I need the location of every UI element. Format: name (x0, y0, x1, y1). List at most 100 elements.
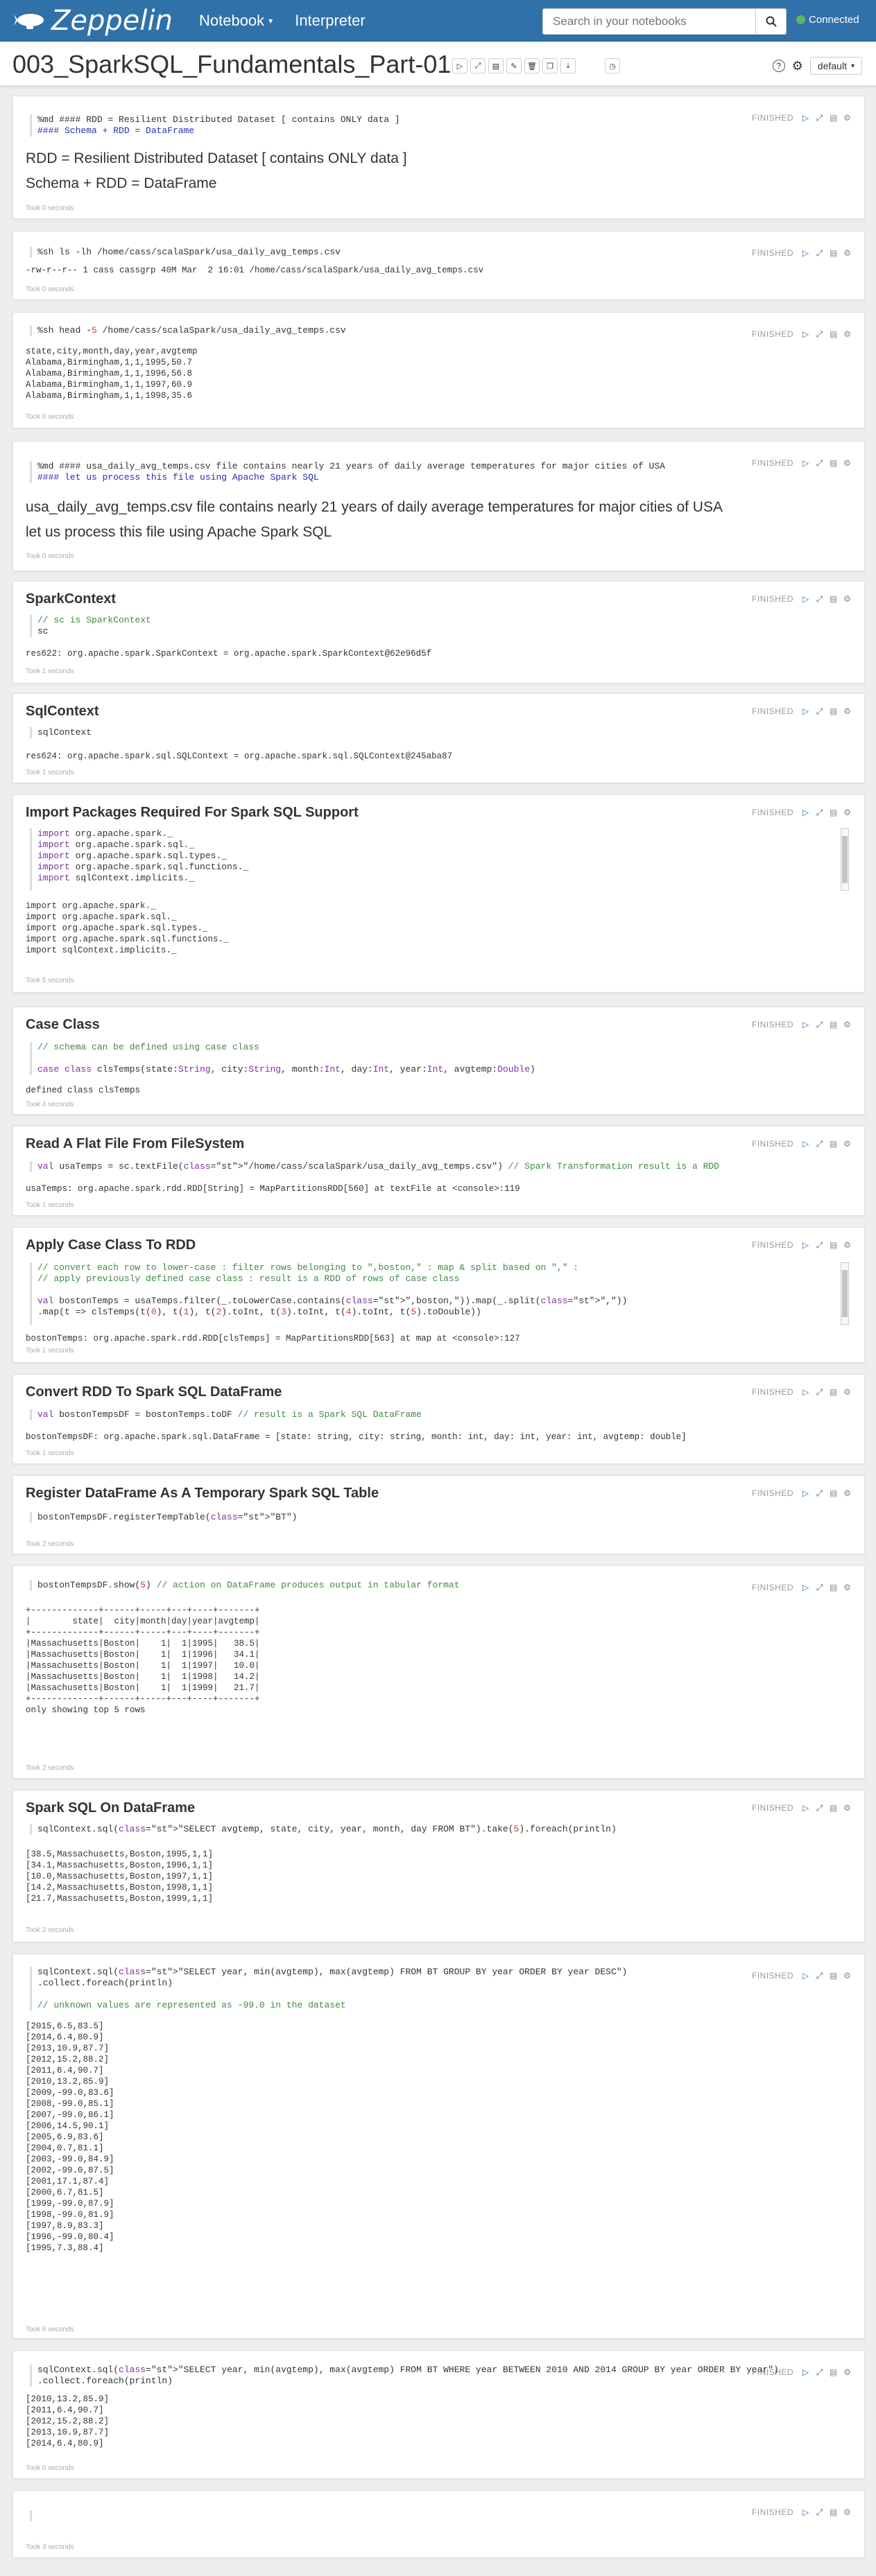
output-line: [2003,-99.0,84.9] (26, 2155, 114, 2164)
code-editor[interactable]: import org.apache.spark._ import org.apac… (30, 828, 836, 891)
paragraph-title[interactable]: Case Class (26, 1017, 100, 1033)
interpreter-link[interactable]: Interpreter (295, 12, 366, 30)
editor-scrollbar[interactable] (841, 1262, 849, 1325)
paragraph: FINISHED ▷ ⤢ ▤ ⚙ sqlContext.sql(class="st">"S… (12, 2350, 865, 2479)
markdown-heading: RDD = Resilient Distributed Dataset [ co… (26, 150, 407, 166)
execution-time: Took 1 seconds (26, 1347, 74, 1355)
code-editor[interactable] (30, 2510, 852, 2521)
notebook-title[interactable]: 003_SparkSQL_Fundamentals_Part-01 (12, 50, 451, 79)
settings-gear-icon[interactable]: ⚙ (843, 1139, 852, 1149)
toggle-editor-icon[interactable]: ⤢ (815, 594, 824, 604)
toggle-editor-icon[interactable]: ⤢ (815, 808, 824, 817)
run-paragraph-icon[interactable]: ▷ (801, 1020, 810, 1029)
toggle-editor-icon[interactable]: ⤢ (815, 1139, 824, 1149)
delete-notebook-button[interactable]: 🗑 (524, 58, 540, 73)
search-button[interactable] (755, 9, 786, 34)
toggle-output-icon[interactable]: ▤ (829, 1387, 838, 1397)
interpreter-binding-button[interactable]: default ▾ (809, 57, 862, 75)
code-editor[interactable]: // convert each row to lower-case : filt… (30, 1262, 836, 1325)
code-line: import sqlContext.implicits._ (37, 873, 195, 883)
output-line: |Massachusetts|Boston| 1| 1|1996| 34.1| (26, 1650, 260, 1660)
settings-gear-icon[interactable]: ⚙ (843, 1488, 852, 1498)
toggle-code-button[interactable]: ⤢ (470, 58, 486, 73)
output-line: [2002,-99.0,87.5] (26, 2166, 114, 2175)
settings-gear-icon[interactable]: ⚙ (843, 706, 852, 716)
toggle-output-icon[interactable]: ▤ (829, 1488, 838, 1498)
run-paragraph-icon[interactable]: ▷ (801, 594, 810, 604)
editor-scrollbar[interactable] (841, 828, 849, 891)
output-line: [1999,-99.0,87.9] (26, 2199, 114, 2209)
settings-gear-icon[interactable]: ⚙ (843, 1387, 852, 1397)
toggle-output-icon[interactable]: ▤ (829, 1020, 838, 1029)
clone-notebook-button[interactable]: ❐ (542, 58, 558, 73)
code-editor[interactable]: %md #### usa_daily_avg_temps.csv file co… (30, 461, 852, 483)
run-paragraph-icon[interactable]: ▷ (801, 1240, 810, 1250)
code-editor[interactable]: sqlContext.sql(class="st">"SELECT avgtem… (30, 1824, 852, 1835)
scrollbar-thumb[interactable] (842, 836, 848, 883)
run-all-button[interactable]: ▷ (452, 58, 467, 73)
code-editor[interactable]: bostonTempsDF.registerTempTable(class="s… (30, 1512, 852, 1523)
toggle-editor-icon[interactable]: ⤢ (815, 1020, 824, 1029)
toggle-output-icon[interactable]: ▤ (829, 594, 838, 604)
run-paragraph-icon[interactable]: ▷ (801, 1488, 810, 1498)
toggle-editor-icon[interactable]: ⤢ (815, 1803, 824, 1813)
toggle-output-icon[interactable]: ▤ (829, 808, 838, 817)
paragraph-title[interactable]: Spark SQL On DataFrame (26, 1800, 195, 1816)
paragraph-title[interactable]: SqlContext (26, 704, 99, 720)
toggle-editor-icon[interactable]: ⤢ (815, 1240, 824, 1250)
run-paragraph-icon[interactable]: ▷ (801, 706, 810, 716)
toggle-output-icon[interactable]: ▤ (829, 1240, 838, 1250)
run-paragraph-icon[interactable]: ▷ (801, 1139, 810, 1149)
code-editor[interactable]: sqlContext.sql(class="st">"SELECT year, … (30, 2365, 852, 2387)
code-editor[interactable]: %sh head -5 /home/cass/scalaSpark/usa_da… (30, 325, 852, 336)
toggle-editor-icon[interactable]: ⤢ (815, 706, 824, 716)
paragraph-title[interactable]: Apply Case Class To RDD (26, 1237, 196, 1253)
paragraph-title[interactable]: SparkContext (26, 591, 116, 607)
search-input[interactable] (543, 10, 757, 33)
scrollbar-thumb[interactable] (842, 1270, 848, 1317)
code-editor[interactable]: sqlContext.sql(class="st">"SELECT year, … (30, 1967, 852, 2011)
code-line: import org.apache.spark.sql.types._ (37, 851, 227, 861)
toggle-output-button[interactable]: ▤ (488, 58, 504, 73)
toggle-editor-icon[interactable]: ⤢ (815, 1488, 824, 1498)
run-paragraph-icon[interactable]: ▷ (801, 1803, 810, 1813)
paragraph-title[interactable]: Convert RDD To Spark SQL DataFrame (26, 1384, 282, 1400)
output-line: -rw-r--r-- 1 cass cassgrp 40M Mar 2 16:0… (26, 266, 484, 275)
code-editor[interactable]: // sc is SparkContext sc (30, 615, 852, 637)
code-editor[interactable]: // schema can be defined using case clas… (30, 1042, 852, 1075)
code-editor[interactable]: bostonTempsDF.show(5) // action on DataF… (30, 1580, 852, 1591)
markdown-output: RDD = Resilient Distributed Dataset [ co… (26, 146, 407, 196)
help-icon[interactable]: ? (772, 60, 785, 72)
run-paragraph-icon[interactable]: ▷ (801, 1387, 810, 1397)
toggle-output-icon[interactable]: ▤ (829, 1139, 838, 1149)
gear-icon[interactable]: ⚙ (792, 59, 803, 73)
notebook-menu[interactable]: Notebook ▾ (199, 12, 273, 30)
settings-gear-icon[interactable]: ⚙ (843, 1803, 852, 1813)
code-editor[interactable]: val usaTemps = sc.textFile(class="st">"/… (30, 1161, 852, 1172)
download-icon: ⤓ (566, 61, 570, 70)
paragraph-title[interactable]: Register DataFrame As A Temporary Spark … (26, 1486, 379, 1502)
schedule-button[interactable]: ◷ (605, 58, 620, 73)
paragraph-title[interactable]: Import Packages Required For Spark SQL S… (26, 805, 359, 821)
settings-gear-icon[interactable]: ⚙ (843, 1020, 852, 1029)
code-editor[interactable]: val bostonTempsDF = bostonTemps.toDF // … (30, 1409, 852, 1420)
code-editor[interactable]: %sh ls -lh /home/cass/scalaSpark/usa_dai… (30, 247, 852, 258)
settings-gear-icon[interactable]: ⚙ (843, 594, 852, 604)
zeppelin-logo[interactable]: Zeppelin (14, 5, 173, 37)
code-editor[interactable]: %md #### RDD = Resilient Distributed Dat… (30, 114, 852, 137)
toggle-editor-icon[interactable]: ⤢ (815, 1387, 824, 1397)
output-line: [2013,10.9,87.7] (26, 2428, 110, 2437)
output-line: [1997,8.9,83.3] (26, 2221, 104, 2231)
settings-gear-icon[interactable]: ⚙ (843, 808, 852, 817)
execution-time: Took 1 seconds (26, 769, 74, 776)
paragraph-title[interactable]: Read A Flat File From FileSystem (26, 1136, 244, 1152)
code-editor[interactable]: sqlContext (30, 727, 852, 738)
settings-gear-icon[interactable]: ⚙ (843, 1240, 852, 1250)
toggle-output-icon[interactable]: ▤ (829, 1803, 838, 1813)
toggle-output-icon[interactable]: ▤ (829, 706, 838, 716)
output-line: [10.0,Massachusetts,Boston,1997,1,1] (26, 1872, 214, 1881)
run-paragraph-icon[interactable]: ▷ (801, 808, 810, 817)
execution-time: Took 4 seconds (26, 1101, 74, 1108)
export-notebook-button[interactable]: ⤓ (560, 58, 576, 73)
clear-output-button[interactable]: ✎ (506, 58, 522, 73)
